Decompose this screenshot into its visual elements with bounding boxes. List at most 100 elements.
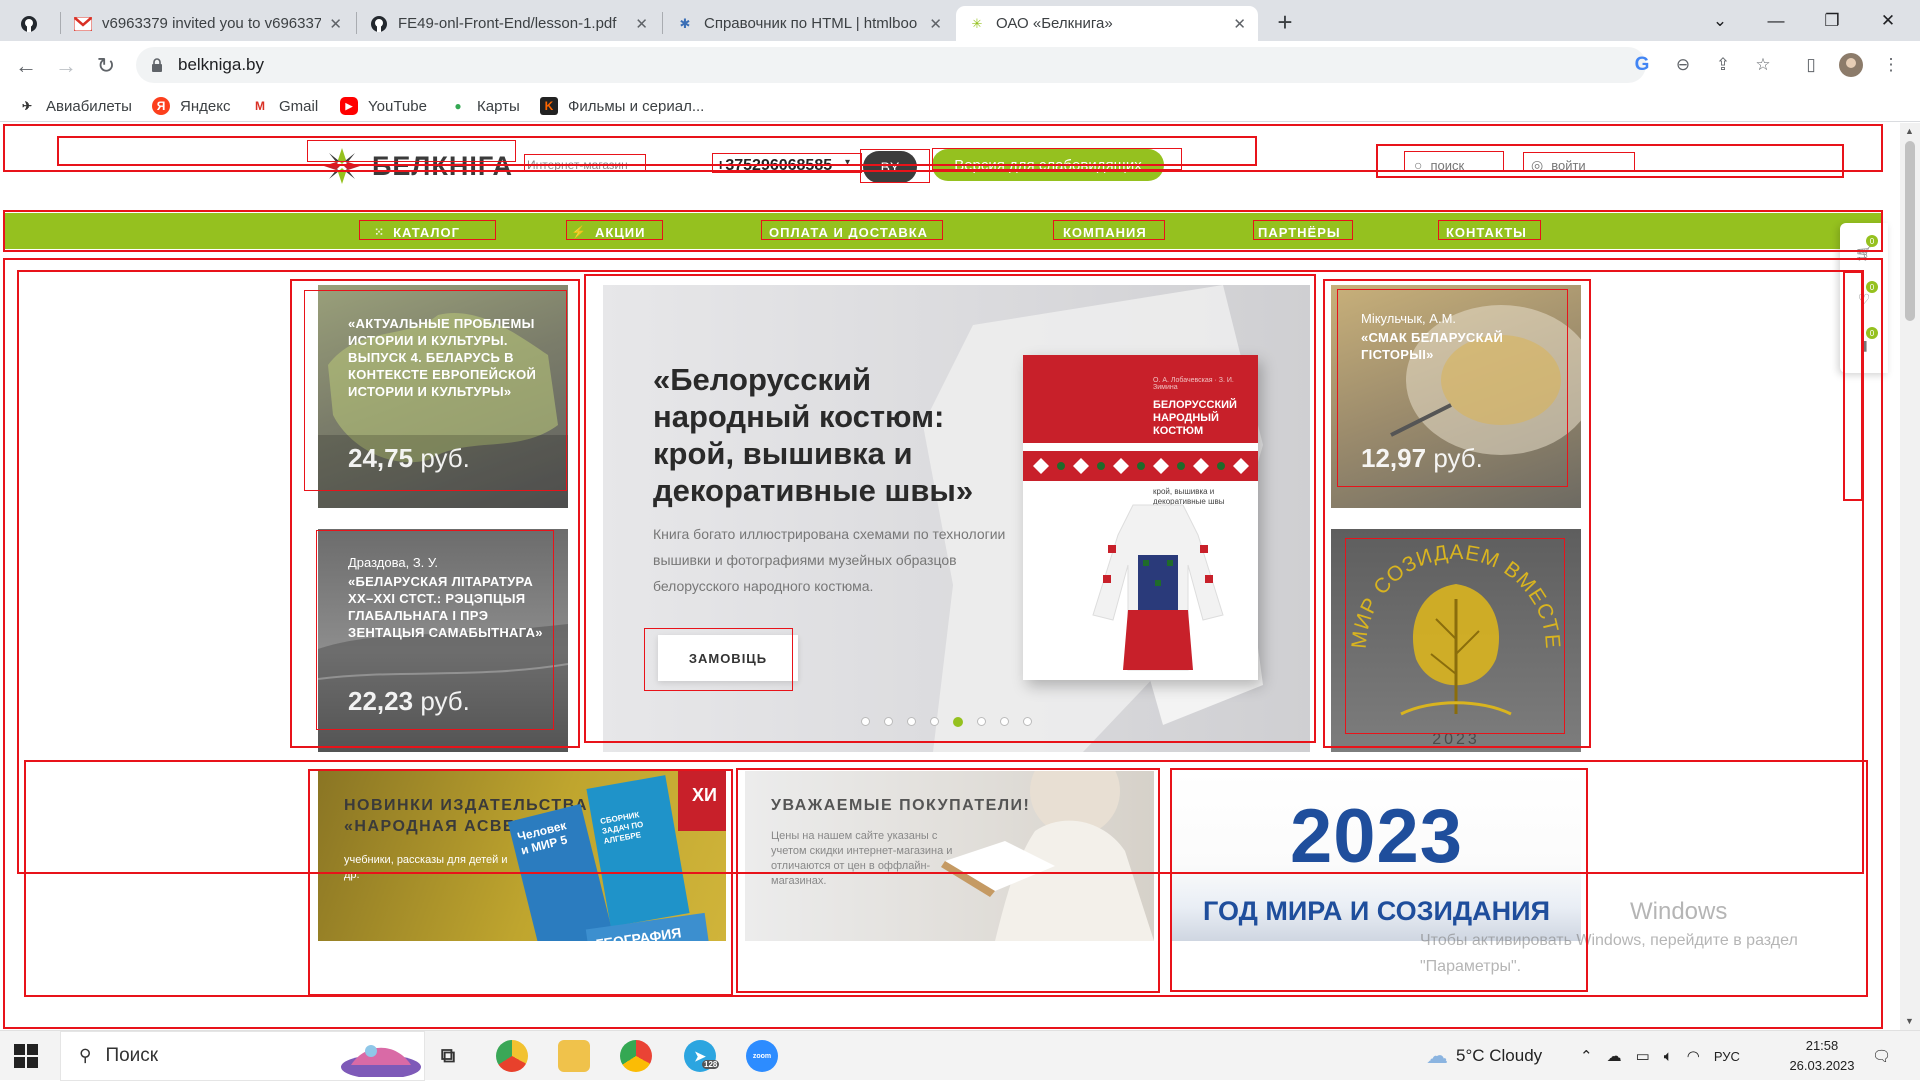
menu-company[interactable]: КОМПАНИЯ [1063, 223, 1147, 241]
slider-dot[interactable] [930, 717, 939, 726]
search-button[interactable]: ○ поиск [1414, 157, 1464, 173]
notifications-icon[interactable]: 🗨︎ [1872, 1031, 1891, 1081]
phone-number[interactable]: +375296068585 [716, 157, 832, 175]
close-icon[interactable]: ✕ [929, 15, 942, 33]
close-window-button[interactable]: ✕ [1860, 0, 1916, 41]
taskbar-search[interactable]: ⚲ Поиск [60, 1031, 425, 1081]
menu-sales[interactable]: ⚡ АКЦИИ [571, 223, 645, 241]
slider-dot[interactable] [1000, 717, 1009, 726]
tab-belkniga[interactable]: ✳ ОАО «Белкнига» ✕ [956, 6, 1258, 41]
slider-dot[interactable] [907, 717, 916, 726]
address-bar[interactable]: belkniga.by [136, 47, 1646, 83]
scroll-up-icon[interactable]: ▲ [1905, 126, 1914, 136]
cart-button[interactable]: 🛒︎ 0 [1852, 235, 1878, 265]
zoom-app-icon[interactable]: zoom [746, 1040, 778, 1072]
card-literature-book[interactable]: Драздова, З. У. «БЕЛАРУСКАЯ ЛІТАРАТУРА X… [318, 529, 568, 752]
task-view-icon[interactable]: ⧉ [432, 1040, 464, 1072]
chrome-icon[interactable] [620, 1040, 652, 1072]
promo-title: УВАЖАЕМЫЕ ПОКУПАТЕЛИ! [771, 797, 1031, 814]
menu-contacts[interactable]: КОНТАКТЫ [1446, 223, 1527, 241]
promo-year-big: 2023 [1289, 794, 1464, 879]
tab-github[interactable] [8, 6, 60, 41]
bookmark-youtube[interactable]: ▶ YouTube [340, 95, 427, 117]
bookmark-maps[interactable]: ● Карты [449, 95, 519, 117]
favorites-button[interactable]: ♡ 0 [1852, 281, 1878, 311]
telegram-icon[interactable]: ➤ 128 [684, 1040, 720, 1072]
slider-dot[interactable] [1023, 717, 1032, 726]
windows-start-icon[interactable] [14, 1044, 38, 1068]
card-history-book[interactable]: «АКТУАЛЬНЫЕ ПРОБЛЕМЫ ИСТОРИИ И КУЛЬТУРЫ.… [318, 285, 568, 508]
menu-payment-delivery[interactable]: ОПЛАТА И ДОСТАВКА [769, 223, 928, 241]
reload-button[interactable]: ↻ [90, 50, 122, 82]
onedrive-cloud-icon[interactable]: ☁ [1607, 1047, 1622, 1065]
tab-htmlbook[interactable]: ✱ Справочник по HTML | htmlboo ✕ [664, 6, 954, 41]
page-scrollbar[interactable]: ▲ ▼ [1900, 123, 1920, 1030]
minimize-button[interactable]: — [1748, 0, 1804, 41]
weather-widget[interactable]: ☁ 5°C Cloudy [1426, 1031, 1542, 1081]
bookmark-star-icon[interactable]: ☆ [1748, 50, 1778, 80]
url-text: belkniga.by [178, 55, 265, 74]
price-value: 24,75 [348, 443, 414, 473]
scroll-down-icon[interactable]: ▼ [1905, 1016, 1914, 1026]
menu-partners[interactable]: ПАРТНЁРЫ [1258, 223, 1341, 241]
chevron-up-icon[interactable]: ⌃ [1580, 1047, 1593, 1065]
slider-dots [861, 717, 1046, 727]
forward-button[interactable]: → [50, 50, 82, 82]
network-icon[interactable]: ▭ [1636, 1047, 1650, 1065]
menu-catalog[interactable]: ⁙ КАТАЛОГ [374, 223, 460, 241]
hero-slider[interactable]: «Белорусский народный костюм: крой, выши… [603, 285, 1310, 752]
slider-dot[interactable] [884, 717, 893, 726]
card-author: Драздова, З. У. [348, 555, 439, 570]
menu-label: КОМПАНИЯ [1063, 224, 1147, 240]
windows-activation-watermark: Windows Чтобы активировать Windows, пере… [1420, 898, 1798, 978]
floating-side-widget: 🛒︎ 0 ♡ 0 ▮ 0 [1840, 223, 1888, 373]
input-language[interactable]: РУС [1714, 1049, 1740, 1064]
close-icon[interactable]: ✕ [635, 15, 648, 33]
tab-gmail-invite[interactable]: v6963379 invited you to v696337 ✕ [62, 6, 354, 41]
accessibility-button[interactable]: Версия для слабовидящих [932, 149, 1164, 181]
slider-dot-active[interactable] [953, 717, 963, 727]
profile-avatar[interactable] [1836, 50, 1866, 80]
watermark-heading: Windows [1630, 898, 1728, 925]
online-shop-link[interactable]: Интернет-магазин [527, 158, 628, 172]
close-icon[interactable]: ✕ [329, 15, 342, 33]
card-peace-year-emblem[interactable]: МИР СОЗИДАЕМ ВМЕСТЕ 2023 [1331, 529, 1581, 752]
slider-dot[interactable] [861, 717, 870, 726]
slider-dot[interactable] [977, 717, 986, 726]
new-tab-button[interactable]: + [1271, 7, 1299, 37]
chevron-down-icon[interactable]: ▾ [845, 157, 850, 168]
system-tray: ⌃ ☁ ▭ 🔈︎ ◠ РУС [1580, 1031, 1740, 1081]
close-icon[interactable]: ✕ [1233, 15, 1246, 33]
restore-button[interactable]: ❐ [1804, 0, 1860, 41]
menu-kebab-icon[interactable]: ⋮ [1876, 50, 1906, 80]
wifi-icon[interactable]: ◠ [1687, 1047, 1700, 1065]
bookmark-label: Фильмы и сериал... [568, 97, 705, 115]
bookmark-aviabilety[interactable]: ✈ Авиабилеты [18, 95, 132, 117]
paint-app-icon[interactable] [496, 1040, 528, 1072]
file-explorer-icon[interactable] [558, 1040, 590, 1072]
bookmark-yandex[interactable]: Я Яндекс [152, 95, 230, 117]
login-button[interactable]: ◎ войти [1531, 157, 1586, 174]
card-taste-book[interactable]: Мікульчык, А.М. «СМАК БЕЛАРУСКАЙ ГІСТОРЫ… [1331, 285, 1581, 508]
bookmark-gmail[interactable]: M Gmail [251, 95, 318, 117]
bookmark-label: Gmail [279, 97, 319, 115]
google-translate-icon[interactable]: G [1627, 50, 1657, 80]
promo-novelties[interactable]: НОВИНКИ ИЗДАТЕЛЬСТВА «НАРОДНАЯ АСВЕТА» у… [318, 771, 726, 941]
clock[interactable]: 21:58 26.03.2023 [1782, 1036, 1862, 1076]
language-button[interactable]: BY [863, 151, 917, 183]
zoom-icon[interactable]: ⊖ [1668, 50, 1698, 80]
scrollbar-thumb[interactable] [1905, 141, 1915, 321]
tab-search-chevron-icon[interactable]: ⌄ [1692, 0, 1748, 41]
promo-buyers[interactable]: УВАЖАЕМЫЕ ПОКУПАТЕЛИ! Цены на нашем сайт… [745, 771, 1154, 941]
bar-chart-icon: ▮ [1860, 336, 1868, 353]
share-icon[interactable]: ⇪ [1708, 50, 1738, 80]
volume-icon[interactable]: 🔈︎ [1664, 1048, 1673, 1065]
bookmark-kinopoisk[interactable]: K Фильмы и сериал... [540, 95, 704, 117]
side-panel-icon[interactable]: ▯ [1796, 50, 1826, 80]
back-button[interactable]: ← [10, 50, 42, 82]
tab-github-lesson[interactable]: FE49-onl-Front-End/lesson-1.pdf ✕ [358, 6, 660, 41]
emblem-year: 2023 [1432, 731, 1480, 748]
compare-button[interactable]: ▮ 0 [1852, 327, 1878, 357]
order-button[interactable]: ЗАМОВIЦЬ [658, 635, 798, 681]
belkniga-logo[interactable]: БЕЛКНIГА [320, 146, 513, 186]
